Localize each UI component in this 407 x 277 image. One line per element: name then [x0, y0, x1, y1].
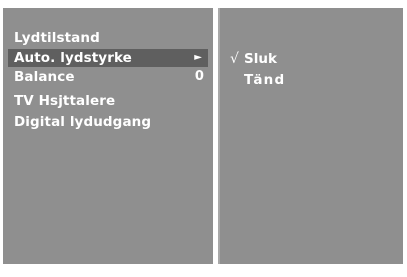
balance-value: 0: [194, 69, 204, 84]
menu-item-balance[interactable]: Balance 0: [8, 68, 208, 86]
tv-screen: Lydtilstand Auto. lydstyrke ► Balance 0 …: [0, 0, 407, 277]
option-sluk[interactable]: √ Sluk: [230, 50, 277, 68]
right-arrow-icon: ►: [194, 52, 202, 63]
osd-sound-menu: Lydtilstand Auto. lydstyrke ► Balance 0 …: [3, 8, 403, 264]
menu-item-label: Auto. lydstyrke: [14, 50, 132, 66]
sound-menu-list: Lydtilstand Auto. lydstyrke ► Balance 0 …: [3, 8, 213, 264]
menu-item-label: TV Hsjttalere: [14, 93, 116, 109]
menu-item-label: Balance: [14, 69, 75, 85]
checkmark-icon: √: [230, 51, 239, 67]
menu-item-label: Lydtilstand: [14, 30, 100, 46]
menu-item-label: Digital lydudgang: [14, 114, 152, 130]
menu-item-digital-lydudgang[interactable]: Digital lydudgang: [8, 113, 208, 131]
submenu-options: √ Sluk Tänd: [220, 8, 403, 264]
option-tand[interactable]: Tänd: [230, 71, 285, 89]
option-label: Tänd: [244, 72, 286, 88]
menu-item-auto-lydstyrke[interactable]: Auto. lydstyrke ►: [8, 49, 208, 67]
menu-item-lydtilstand[interactable]: Lydtilstand: [8, 29, 208, 47]
option-label: Sluk: [244, 51, 277, 67]
menu-item-tv-hojttalere[interactable]: TV Hsjttalere: [8, 92, 208, 110]
